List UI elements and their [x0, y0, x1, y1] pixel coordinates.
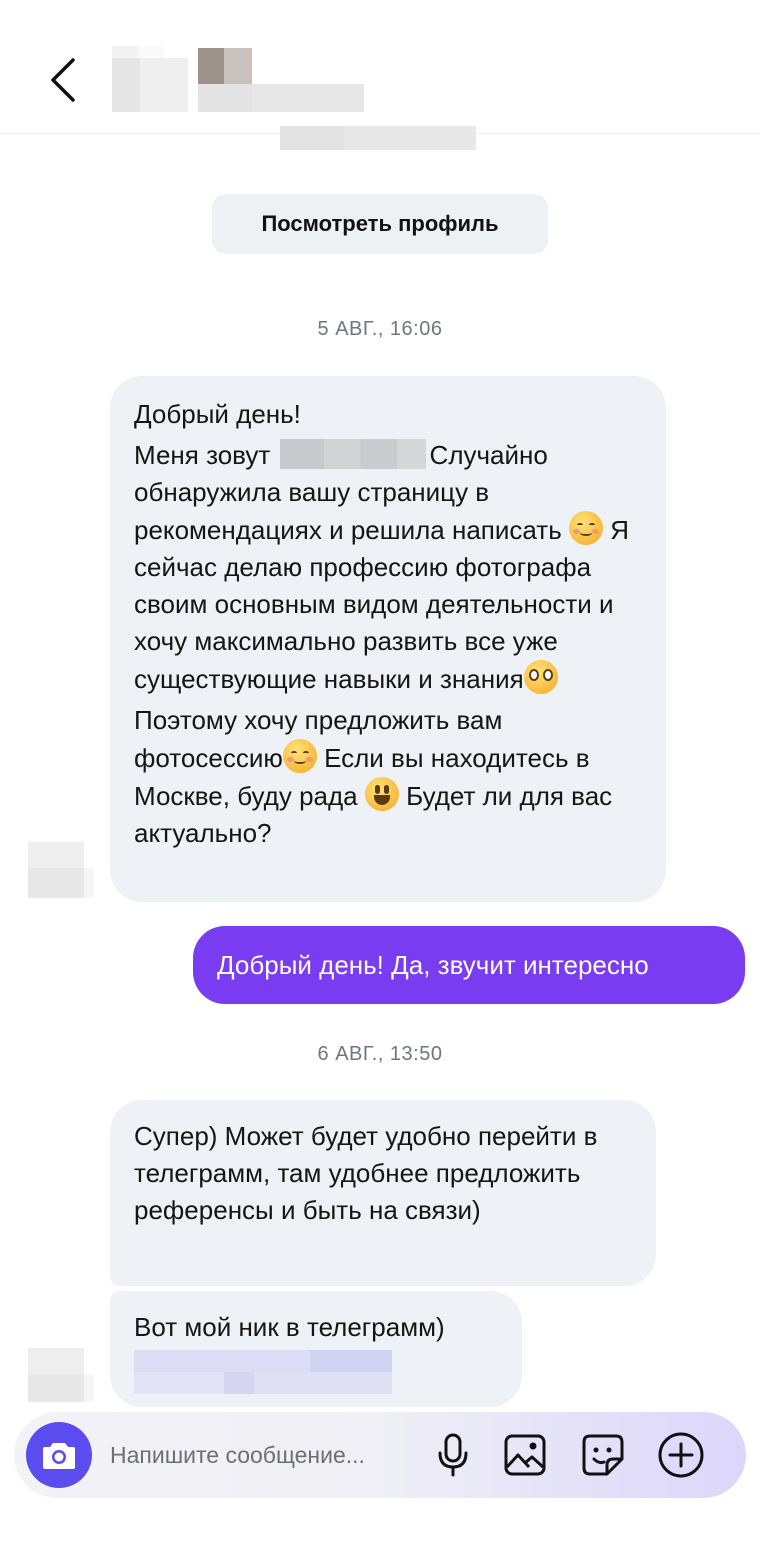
- contact-subtitle-redacted: [280, 126, 476, 150]
- message-text: Добрый день!: [134, 399, 301, 429]
- contact-avatar-redacted[interactable]: [112, 46, 188, 112]
- sender-avatar-redacted[interactable]: [28, 1348, 94, 1410]
- camera-icon: [43, 1443, 75, 1469]
- contact-name-redacted[interactable]: [198, 48, 364, 112]
- incoming-message[interactable]: Добрый день! Меня зовут Случайно обнаруж…: [110, 376, 666, 902]
- message-text: Вот мой ник в телеграмм): [134, 1312, 445, 1342]
- incoming-message[interactable]: Супер) Может будет удобно перейти в теле…: [110, 1100, 656, 1286]
- telegram-nick-redacted[interactable]: [134, 1350, 392, 1394]
- incoming-message[interactable]: Вот мой ник в телеграмм): [110, 1291, 522, 1407]
- voice-message-button[interactable]: [428, 1430, 478, 1480]
- more-attachments-button[interactable]: [656, 1430, 706, 1480]
- message-text: Поэтому хочу предложить вам фотосессию Е…: [134, 705, 613, 848]
- message-input[interactable]: [110, 1436, 420, 1474]
- redacted-name: [279, 439, 426, 469]
- camera-button[interactable]: [26, 1422, 92, 1488]
- message-text: Супер) Может будет удобно перейти в теле…: [134, 1121, 598, 1225]
- sticker-icon: [582, 1434, 624, 1476]
- chevron-left-icon: [51, 58, 75, 102]
- chat-header: [0, 0, 760, 134]
- smiling-face-icon: [569, 511, 603, 545]
- plus-circle-icon: [658, 1432, 704, 1478]
- outgoing-message[interactable]: Добрый день! Да, звучит интересно: [193, 926, 745, 1004]
- image-icon: [504, 1434, 546, 1476]
- date-separator: 5 АВГ., 16:06: [317, 318, 443, 340]
- message-text: Меня зовут Случайно обнаружила вашу стра…: [134, 439, 630, 694]
- smiling-face-icon: [282, 739, 317, 773]
- date-separator: 6 АВГ., 13:50: [317, 1043, 443, 1065]
- message-text: Добрый день! Да, звучит интересно: [217, 949, 649, 980]
- gallery-button[interactable]: [500, 1430, 550, 1480]
- pleading-face-icon: [523, 660, 558, 694]
- sender-avatar-redacted[interactable]: [28, 842, 94, 904]
- message-composer: [14, 1412, 746, 1498]
- grinning-face-icon: [364, 777, 399, 811]
- sticker-button[interactable]: [578, 1430, 628, 1480]
- back-button[interactable]: [38, 52, 88, 108]
- view-profile-button[interactable]: Посмотреть профиль: [212, 194, 548, 254]
- microphone-icon: [438, 1433, 468, 1477]
